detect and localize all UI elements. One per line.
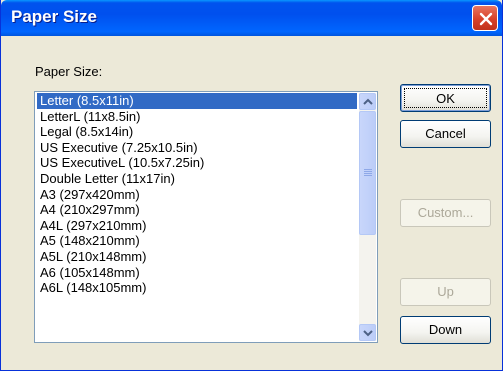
thumb-grip: [364, 169, 372, 170]
list-item[interactable]: US Executive (7.25x10.5in): [37, 140, 357, 156]
list-item[interactable]: US ExecutiveL (10.5x7.25in): [37, 155, 357, 171]
title-bar[interactable]: Paper Size: [1, 0, 502, 36]
down-button[interactable]: Down: [400, 316, 491, 344]
thumb-grip: [364, 175, 372, 176]
close-icon: [479, 12, 493, 26]
scroll-thumb[interactable]: [359, 111, 376, 235]
scroll-up-button[interactable]: [359, 93, 376, 110]
cancel-button[interactable]: Cancel: [400, 120, 491, 148]
dialog-title: Paper Size: [11, 7, 97, 26]
list-item[interactable]: A5 (148x210mm): [37, 233, 357, 249]
paper-size-list: Letter (8.5x11in) LetterL (11x8.5in) Legal…: [37, 93, 357, 342]
list-item[interactable]: Legal (8.5x14in): [37, 124, 357, 140]
list-item[interactable]: A6 (105x148mm): [37, 265, 357, 281]
chevron-up-icon: [363, 98, 373, 105]
thumb-grip: [364, 171, 372, 172]
list-item[interactable]: A3 (297x420mm): [37, 187, 357, 203]
list-item[interactable]: A6L (148x105mm): [37, 280, 357, 296]
ok-button[interactable]: OK: [400, 84, 491, 112]
list-item[interactable]: A4L (297x210mm): [37, 218, 357, 234]
thumb-grip: [364, 173, 372, 174]
up-button[interactable]: Up: [400, 278, 491, 306]
list-item[interactable]: Letter (8.5x11in): [37, 93, 357, 109]
vertical-scrollbar[interactable]: [359, 93, 376, 341]
list-item[interactable]: A5L (210x148mm): [37, 249, 357, 265]
custom-button[interactable]: Custom...: [400, 199, 491, 227]
chevron-down-icon: [363, 330, 373, 337]
list-item[interactable]: A4 (210x297mm): [37, 202, 357, 218]
paper-size-label: Paper Size:: [35, 64, 103, 79]
ok-button-label: OK: [404, 88, 487, 108]
paper-size-dialog: Paper Size Paper Size: Letter (8.5x11in)…: [0, 0, 503, 371]
list-item[interactable]: Double Letter (11x17in): [37, 171, 357, 187]
close-button[interactable]: [472, 5, 498, 31]
scroll-down-button[interactable]: [359, 324, 376, 341]
paper-size-listbox[interactable]: Letter (8.5x11in) LetterL (11x8.5in) Legal…: [34, 91, 378, 343]
list-item[interactable]: LetterL (11x8.5in): [37, 109, 357, 125]
